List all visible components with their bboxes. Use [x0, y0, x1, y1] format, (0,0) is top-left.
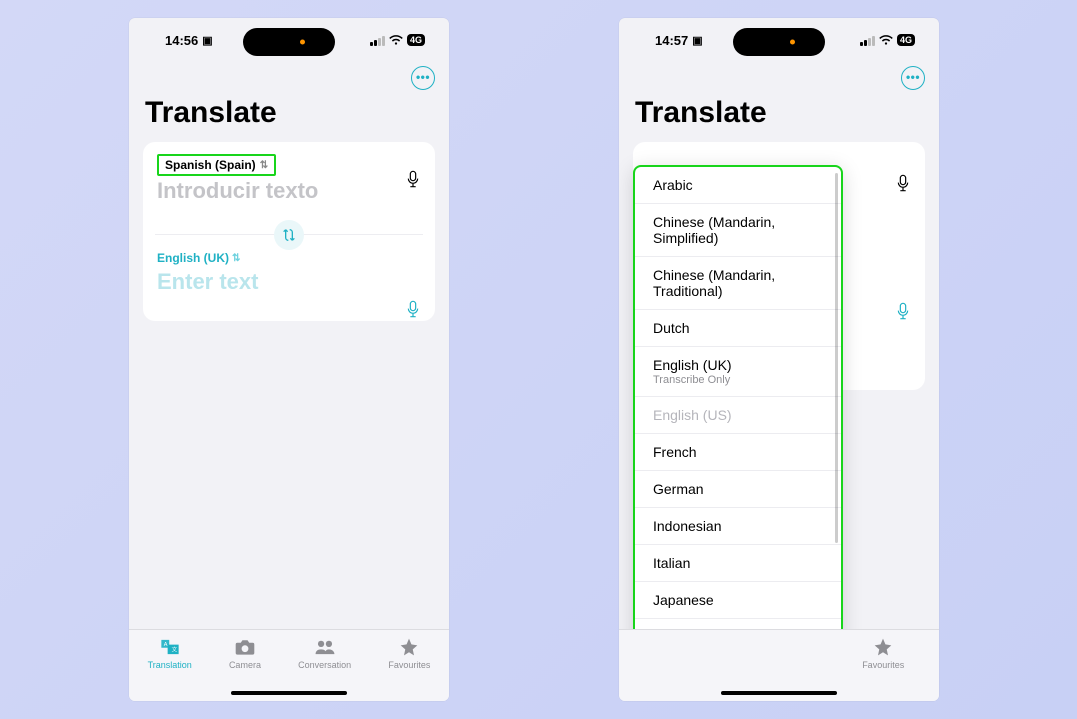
source-input[interactable]: Introducir texto — [157, 178, 421, 204]
cellular-icon — [370, 35, 385, 46]
page-title: Translate — [129, 90, 449, 142]
status-bar: 14:57 ▣ 4G — [619, 18, 939, 62]
language-name: Japanese — [653, 592, 823, 608]
language-option[interactable]: English (UK)Transcribe Only — [635, 347, 841, 397]
camera-icon — [234, 636, 256, 658]
dynamic-island — [243, 28, 335, 56]
home-indicator[interactable] — [721, 691, 837, 695]
mic-target-button[interactable] — [405, 300, 421, 320]
chevron-updown-icon: ⇅ — [260, 160, 268, 171]
language-option[interactable]: Chinese (Mandarin, Traditional) — [635, 257, 841, 310]
target-input[interactable]: Enter text — [157, 269, 421, 295]
scroll-indicator — [835, 173, 838, 543]
language-name: English (US) — [653, 407, 823, 423]
status-time: 14:57 — [655, 33, 688, 48]
people-icon — [314, 636, 336, 658]
language-name: Italian — [653, 555, 823, 571]
tab-conversation[interactable]: Conversation — [298, 636, 351, 670]
language-name: French — [653, 444, 823, 460]
more-button[interactable]: ••• — [901, 66, 925, 90]
language-name: Indonesian — [653, 518, 823, 534]
tab-label: Favourites — [862, 660, 904, 670]
mic-target-button[interactable] — [895, 302, 911, 327]
status-bar: 14:56 ▣ 4G — [129, 18, 449, 62]
divider — [155, 234, 423, 235]
face-id-icon: ▣ — [202, 34, 212, 47]
tab-favourites[interactable]: Favourites — [388, 636, 430, 670]
language-option[interactable]: German — [635, 471, 841, 508]
tab-label: Favourites — [388, 660, 430, 670]
chevron-updown-icon: ⇅ — [232, 253, 240, 264]
more-button[interactable]: ••• — [411, 66, 435, 90]
tab-translation[interactable]: A文 Translation — [148, 636, 192, 670]
star-icon — [872, 636, 894, 658]
home-indicator[interactable] — [231, 691, 347, 695]
mic-source-button[interactable] — [895, 174, 911, 199]
language-option[interactable]: Chinese (Mandarin, Simplified) — [635, 204, 841, 257]
tab-label: Translation — [148, 660, 192, 670]
language-name: English (UK) — [653, 357, 823, 373]
page-title: Translate — [619, 90, 939, 142]
target-language-label: English (UK) — [157, 251, 229, 265]
face-id-icon: ▣ — [692, 34, 702, 47]
language-name: Dutch — [653, 320, 823, 336]
language-option[interactable]: Indonesian — [635, 508, 841, 545]
language-option[interactable]: Italian — [635, 545, 841, 582]
translate-icon: A文 — [159, 636, 181, 658]
language-name: Chinese (Mandarin, Simplified) — [653, 214, 823, 246]
swap-languages-button[interactable] — [274, 220, 304, 250]
tab-bar: Favourites — [619, 629, 939, 701]
tab-label: Camera — [229, 660, 261, 670]
language-name: German — [653, 481, 823, 497]
cellular-icon — [860, 35, 875, 46]
network-badge: 4G — [407, 34, 425, 46]
source-language-selector[interactable]: Spanish (Spain) ⇅ — [157, 154, 276, 176]
tab-label: Conversation — [298, 660, 351, 670]
tab-favourites[interactable]: Favourites — [862, 636, 904, 670]
mic-source-button[interactable] — [405, 170, 421, 190]
tab-bar: A文 Translation Camera Conversation Favou… — [129, 629, 449, 701]
phone-left: 14:56 ▣ 4G ••• Translate Spanish (Spain)… — [129, 18, 449, 701]
status-time: 14:56 — [165, 33, 198, 48]
phone-right: 14:57 ▣ 4G ••• Translate Arabic Chinese (… — [619, 18, 939, 701]
dynamic-island — [733, 28, 825, 56]
language-option[interactable]: French — [635, 434, 841, 471]
translate-card: Spanish (Spain) ⇅ Introducir texto Engli… — [143, 142, 435, 321]
language-list-panel: Arabic Chinese (Mandarin, Simplified) Chin… — [633, 165, 843, 679]
language-name: Chinese (Mandarin, Traditional) — [653, 267, 823, 299]
language-option[interactable]: Arabic — [635, 167, 841, 204]
language-subtitle: Transcribe Only — [653, 374, 823, 386]
tab-camera[interactable]: Camera — [229, 636, 261, 670]
source-language-label: Spanish (Spain) — [165, 158, 256, 172]
target-language-selector[interactable]: English (UK) ⇅ — [157, 251, 240, 265]
svg-text:A: A — [163, 642, 167, 648]
wifi-icon — [389, 34, 403, 46]
network-badge: 4G — [897, 34, 915, 46]
wifi-icon — [879, 34, 893, 46]
language-list[interactable]: Arabic Chinese (Mandarin, Simplified) Chin… — [635, 167, 841, 677]
language-name: Arabic — [653, 177, 823, 193]
language-option[interactable]: English (US) — [635, 397, 841, 434]
language-option[interactable]: Dutch — [635, 310, 841, 347]
language-option[interactable]: Japanese — [635, 582, 841, 619]
star-icon — [398, 636, 420, 658]
